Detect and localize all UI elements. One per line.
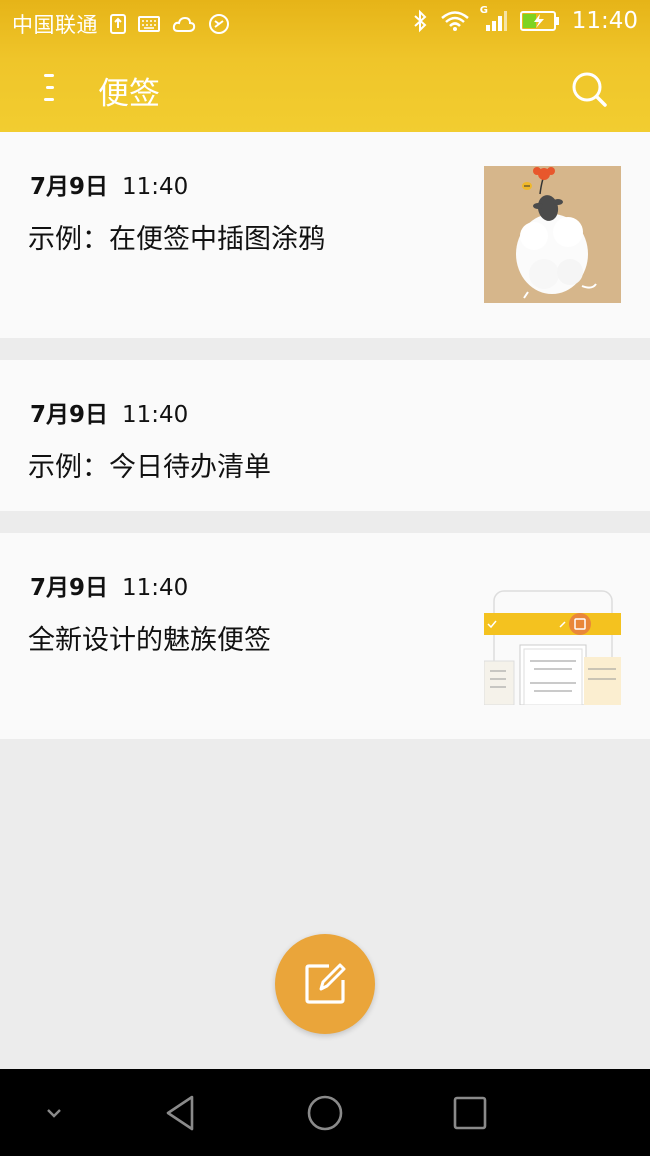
- note-date: 7月9日 11:40: [30, 174, 189, 200]
- note-title: 全新设计的魅族便签: [28, 625, 271, 656]
- home-icon[interactable]: [305, 1091, 345, 1139]
- new-note-button[interactable]: [275, 934, 375, 1034]
- weather-cloud-icon: [172, 15, 196, 33]
- page-title: 便签: [98, 76, 160, 112]
- carrier-label: 中国联通: [12, 13, 98, 37]
- note-date: 7月9日 11:40: [30, 575, 189, 601]
- menu-icon[interactable]: [30, 68, 70, 108]
- status-bar: 中国联通 G 11:40: [0, 0, 650, 46]
- search-icon[interactable]: [570, 70, 610, 110]
- keyboard-icon: [138, 16, 160, 32]
- system-nav-bar: [0, 1069, 650, 1156]
- app-notification-icon: [208, 13, 230, 35]
- note-title: 示例：在便签中插图涂鸦: [28, 224, 325, 255]
- edit-icon: [305, 963, 346, 1004]
- note-title: 示例：今日待办清单: [28, 452, 271, 483]
- note-date: 7月9日 11:40: [30, 402, 189, 428]
- note-thumbnail-app-preview: [484, 575, 621, 705]
- status-clock: 11:40: [571, 8, 638, 34]
- note-card[interactable]: 7月9日 11:40 示例：在便签中插图涂鸦: [0, 132, 650, 338]
- back-icon[interactable]: [160, 1091, 200, 1139]
- wifi-icon: [440, 10, 470, 32]
- note-thumbnail-sheep: [484, 166, 621, 303]
- bluetooth-icon: [412, 9, 428, 33]
- signal-icon: G: [480, 5, 508, 33]
- note-card[interactable]: 7月9日 11:40 示例：今日待办清单: [0, 360, 650, 511]
- recent-apps-icon[interactable]: [450, 1091, 490, 1139]
- hide-nav-chevron-icon[interactable]: [40, 1099, 68, 1131]
- upload-icon: [110, 14, 126, 34]
- note-card[interactable]: 7月9日 11:40 全新设计的魅族便签: [0, 533, 650, 739]
- battery-charging-icon: [519, 10, 560, 32]
- app-bar: 便签: [0, 46, 650, 132]
